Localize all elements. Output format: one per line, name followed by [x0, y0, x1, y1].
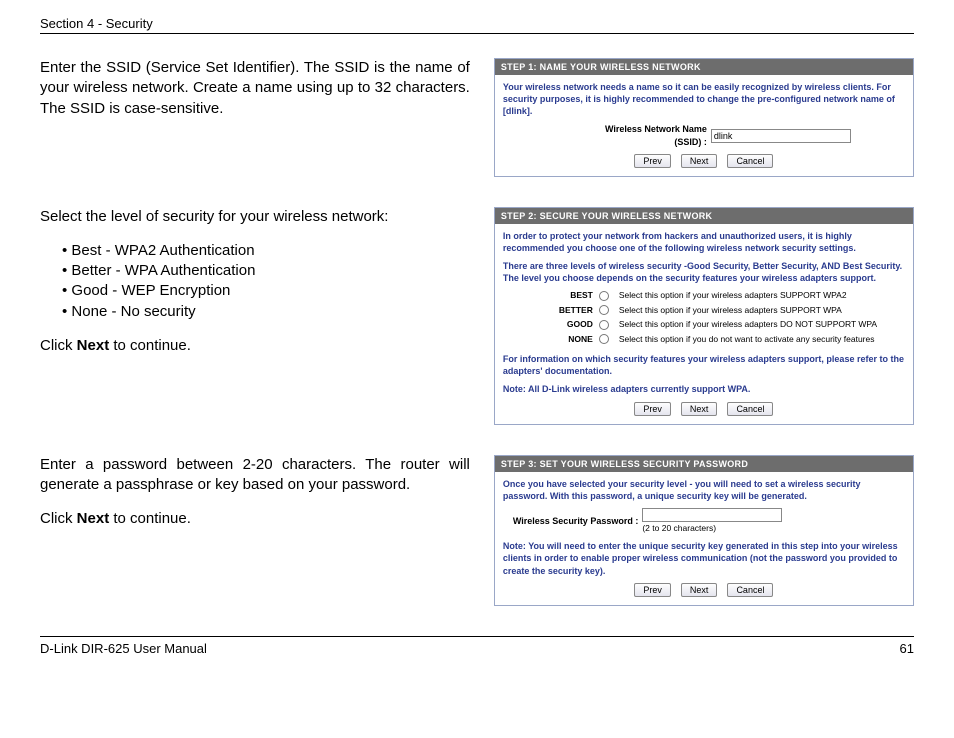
prev-button[interactable]: Prev — [634, 402, 671, 416]
bullet-none: None - No security — [62, 302, 470, 322]
prev-button[interactable]: Prev — [634, 583, 671, 597]
bullet-better: Better - WPA Authentication — [62, 261, 470, 281]
step3-note: Note: You will need to enter the unique … — [503, 540, 905, 576]
next-button[interactable]: Next — [681, 154, 718, 168]
opt-better-desc: Select this option if your wireless adap… — [619, 305, 905, 316]
password-label: Wireless Security Password : — [513, 515, 638, 527]
opt-better-label: BETTER — [533, 305, 593, 316]
step2-panel: STEP 2: SECURE YOUR WIRELESS NETWORK In … — [494, 207, 914, 425]
step3-title: STEP 3: SET YOUR WIRELESS SECURITY PASSW… — [495, 456, 913, 472]
step1-row: Enter the SSID (Service Set Identifier).… — [40, 58, 914, 177]
opt-none-radio[interactable] — [599, 334, 609, 344]
step3-text: Enter a password between 2-20 characters… — [40, 455, 470, 544]
step3-click: Click Next to continue. — [40, 509, 470, 529]
step3-buttons: Prev Next Cancel — [503, 583, 905, 597]
step2-desc1: In order to protect your network from ha… — [503, 230, 905, 254]
step2-buttons: Prev Next Cancel — [503, 402, 905, 416]
footer-page: 61 — [900, 641, 914, 656]
step2-text: Select the level of security for your wi… — [40, 207, 470, 371]
next-button[interactable]: Next — [681, 402, 718, 416]
opt-good-desc: Select this option if your wireless adap… — [619, 319, 905, 330]
footer-manual: D-Link DIR-625 User Manual — [40, 641, 207, 656]
step1-desc: Your wireless network needs a name so it… — [503, 81, 905, 117]
section-label: Section 4 - Security — [40, 16, 153, 31]
opt-none-desc: Select this option if you do not want to… — [619, 334, 905, 345]
bullet-best: Best - WPA2 Authentication — [62, 241, 470, 261]
opt-best-desc: Select this option if your wireless adap… — [619, 290, 905, 301]
step1-buttons: Prev Next Cancel — [503, 154, 905, 168]
step3-desc: Once you have selected your security lev… — [503, 478, 905, 502]
security-options: BEST Select this option if your wireless… — [533, 290, 905, 345]
step2-bullets: Best - WPA2 Authentication Better - WPA … — [62, 241, 470, 322]
step2-desc2: There are three levels of wireless secur… — [503, 260, 905, 284]
cancel-button[interactable]: Cancel — [727, 402, 773, 416]
bullet-good: Good - WEP Encryption — [62, 281, 470, 301]
step2-row: Select the level of security for your wi… — [40, 207, 914, 425]
prev-button[interactable]: Prev — [634, 154, 671, 168]
opt-good-radio[interactable] — [599, 320, 609, 330]
step1-text: Enter the SSID (Service Set Identifier).… — [40, 58, 470, 133]
opt-good-label: GOOD — [533, 319, 593, 330]
step3-row: Enter a password between 2-20 characters… — [40, 455, 914, 606]
step2-note2: Note: All D-Link wireless adapters curre… — [503, 383, 905, 395]
ssid-label: Wireless Network Name (SSID) : — [557, 123, 707, 147]
step2-title: STEP 2: SECURE YOUR WIRELESS NETWORK — [495, 208, 913, 224]
opt-none-label: NONE — [533, 334, 593, 345]
step1-title: STEP 1: NAME YOUR WIRELESS NETWORK — [495, 59, 913, 75]
opt-better-radio[interactable] — [599, 305, 609, 315]
page-header: Section 4 - Security — [40, 16, 914, 34]
cancel-button[interactable]: Cancel — [727, 583, 773, 597]
step2-note1: For information on which security featur… — [503, 353, 905, 377]
step3-instruction: Enter a password between 2-20 characters… — [40, 455, 470, 496]
password-field-row: Wireless Security Password : (2 to 20 ch… — [513, 508, 905, 534]
step1-panel: STEP 1: NAME YOUR WIRELESS NETWORK Your … — [494, 58, 914, 177]
opt-best-label: BEST — [533, 290, 593, 301]
step2-click: Click Next to continue. — [40, 336, 470, 356]
cancel-button[interactable]: Cancel — [727, 154, 773, 168]
opt-best-radio[interactable] — [599, 291, 609, 301]
step2-intro: Select the level of security for your wi… — [40, 207, 470, 227]
ssid-field-row: Wireless Network Name (SSID) : — [503, 123, 905, 147]
password-input[interactable] — [642, 508, 782, 522]
step1-instruction: Enter the SSID (Service Set Identifier).… — [40, 58, 470, 119]
next-button[interactable]: Next — [681, 583, 718, 597]
step3-panel: STEP 3: SET YOUR WIRELESS SECURITY PASSW… — [494, 455, 914, 606]
page-footer: D-Link DIR-625 User Manual 61 — [40, 636, 914, 656]
ssid-input[interactable] — [711, 129, 851, 143]
password-hint: (2 to 20 characters) — [642, 523, 716, 533]
